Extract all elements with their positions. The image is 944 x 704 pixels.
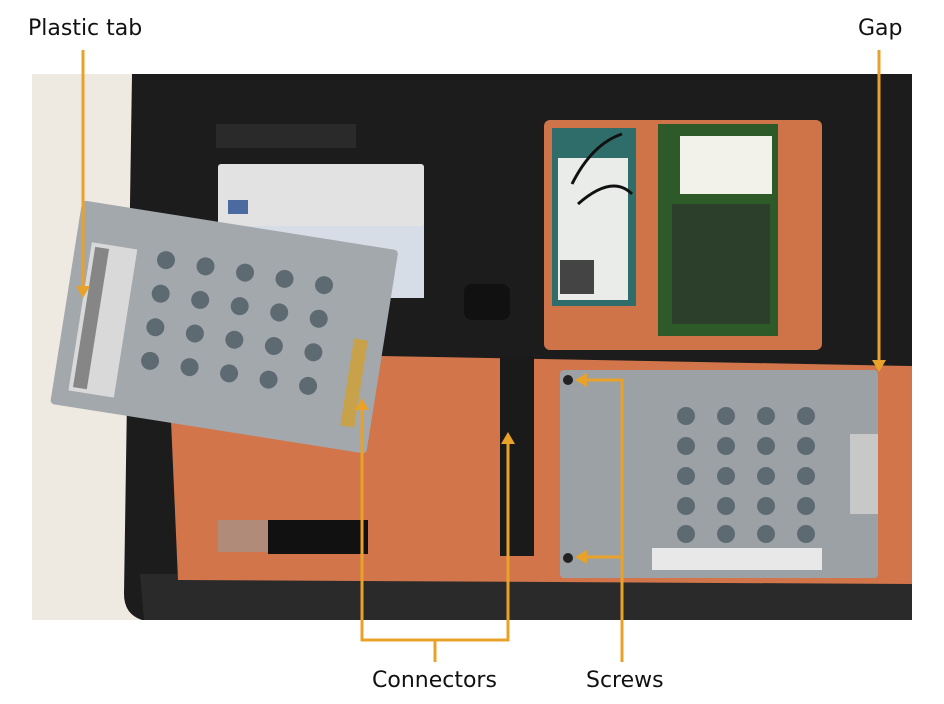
screws-label: Screws [586, 668, 664, 693]
laptop-underside-photo [32, 74, 912, 620]
plastic-tab-label: Plastic tab [28, 16, 143, 41]
connectors-label: Connectors [372, 668, 497, 693]
gap-label: Gap [858, 16, 903, 41]
